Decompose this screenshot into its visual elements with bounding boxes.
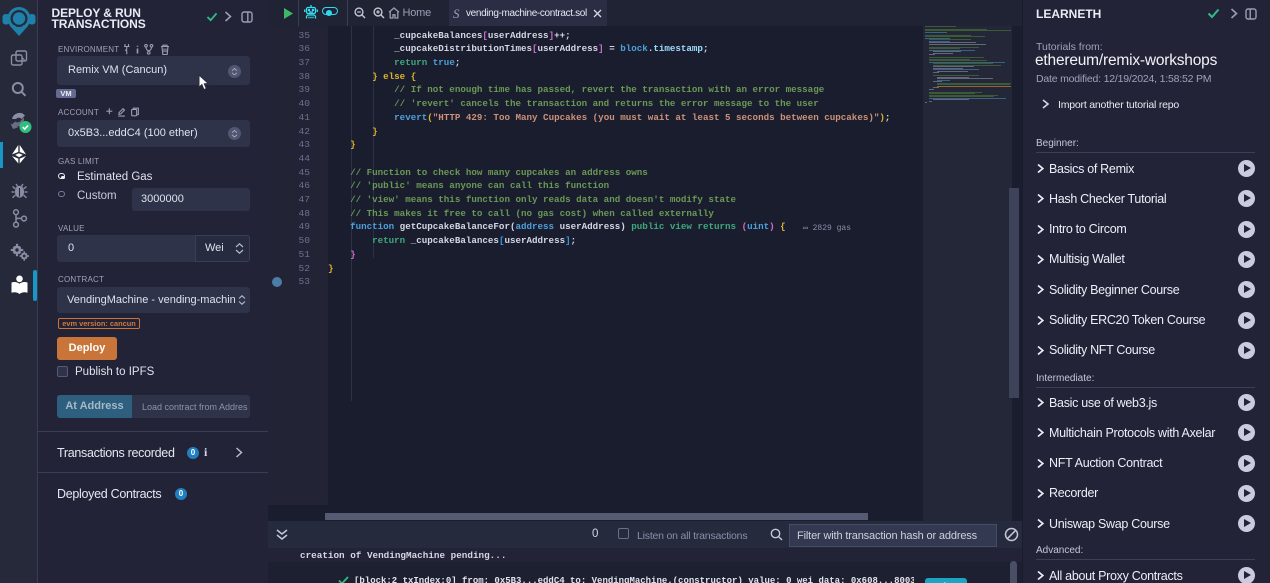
svg-text:S: S bbox=[453, 7, 460, 20]
